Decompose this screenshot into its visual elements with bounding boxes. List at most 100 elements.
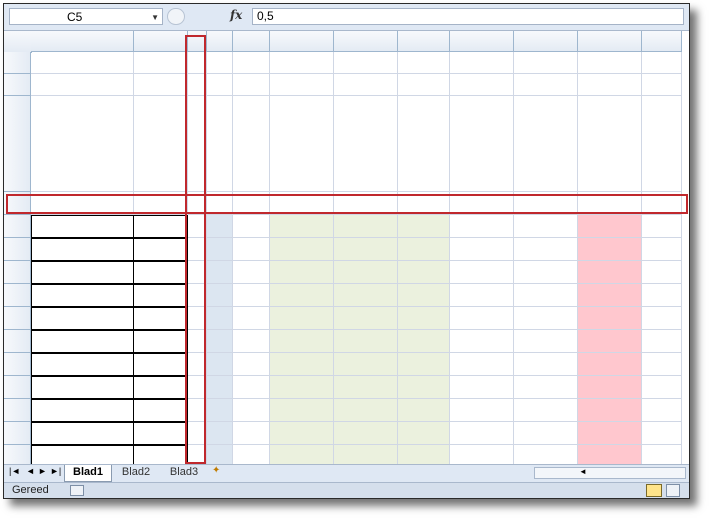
name-cell-border [31,307,188,330]
score-cell-m[interactable] [398,261,447,284]
score-cell-m[interactable] [398,376,447,399]
name-cell-border [31,215,188,238]
highlight-column-h [185,35,206,464]
chevron-down-icon[interactable]: ▼ [151,9,159,26]
next-sheet-icon[interactable]: ► [38,466,47,476]
score-cell-l[interactable] [334,376,395,399]
column-header-q[interactable] [642,31,682,52]
formula-bar-resize-handle[interactable] [167,8,185,25]
highlight-row-4 [6,194,688,214]
name-cell-divider [133,261,134,284]
row-header[interactable] [4,215,31,238]
last-sheet-icon[interactable]: ►| [50,466,61,476]
score-cell-m[interactable] [398,399,447,422]
formula-input[interactable]: 0,5 [252,8,684,25]
column-header-j[interactable] [233,31,270,52]
column-header-l[interactable] [334,31,398,52]
sheet-tab-blad3[interactable]: Blad3 [162,465,206,480]
name-cell-border [31,353,188,376]
name-cell-border [31,376,188,399]
score-cell-m[interactable] [398,422,447,445]
score-cell-l[interactable] [334,261,395,284]
column-header-p[interactable] [578,31,642,52]
name-cell-divider [133,353,134,376]
score-cell-k[interactable] [270,238,331,261]
sheet-tab-blad1[interactable]: Blad1 [64,465,112,482]
score-cell-k[interactable] [270,422,331,445]
column-header-o[interactable] [514,31,578,52]
name-cell-divider [133,284,134,307]
column-header-a[interactable] [31,31,134,52]
score-cell-l[interactable] [334,422,395,445]
fill-col-p [578,215,642,464]
row-header[interactable] [4,307,31,330]
select-all-corner[interactable] [4,31,32,53]
column-header-b[interactable] [134,31,188,52]
row-header[interactable] [4,261,31,284]
name-cell-divider [133,330,134,353]
prev-sheet-icon[interactable]: ◄ [26,466,35,476]
gridline-h [4,73,682,74]
formula-bar: C5 ▼ fx 0,5 [4,4,689,31]
name-box-value: C5 [67,10,83,24]
name-cell-divider [133,238,134,261]
column-header-m[interactable] [398,31,450,52]
score-cell-k[interactable] [270,376,331,399]
name-cell-divider [133,215,134,238]
score-cell-l[interactable] [334,399,395,422]
page-layout-view-icon[interactable] [666,484,680,497]
gridline-h [4,95,682,96]
score-cell-k[interactable] [270,261,331,284]
score-cell-l[interactable] [334,353,395,376]
score-cell-k[interactable] [270,330,331,353]
row-header[interactable] [4,238,31,261]
insert-sheet-icon[interactable]: ✦ [212,465,220,476]
name-box[interactable]: C5 ▼ [9,8,163,25]
row-header[interactable] [4,52,31,74]
score-cell-k[interactable] [270,215,331,238]
score-cell-l[interactable] [334,215,395,238]
score-cell-m[interactable] [398,215,447,238]
column-header-n[interactable] [450,31,514,52]
score-cell-l[interactable] [334,238,395,261]
name-cell-border [31,330,188,353]
row-header[interactable] [4,376,31,399]
name-cell-border [31,422,188,445]
row-header[interactable] [4,399,31,422]
score-cell-k[interactable] [270,399,331,422]
column-header-k[interactable] [270,31,334,52]
score-cell-m[interactable] [398,307,447,330]
name-cell-divider [133,307,134,330]
column-header-i[interactable] [207,31,233,52]
name-cell-divider [133,422,134,445]
score-cell-m[interactable] [398,284,447,307]
score-cell-k[interactable] [270,307,331,330]
normal-view-icon[interactable] [646,484,662,497]
sheet-tab-blad2[interactable]: Blad2 [114,465,158,480]
insert-function-icon[interactable]: fx [230,8,242,22]
row-header[interactable] [4,330,31,353]
score-cell-k[interactable] [270,284,331,307]
row-header[interactable] [4,96,31,192]
score-cell-k[interactable] [270,353,331,376]
row-header[interactable] [4,74,31,96]
excel-window: C5 ▼ fx 0,5 |◄ ◄ ► ►| Blad1 Blad2 Blad3 … [3,3,690,499]
score-cell-l[interactable] [334,284,395,307]
row-header[interactable] [4,422,31,445]
score-cell-m[interactable] [398,330,447,353]
name-cell-border [31,399,188,422]
gridline-h [4,191,682,192]
status-text: Gereed [12,484,49,496]
first-sheet-icon[interactable]: |◄ [9,466,20,476]
score-cell-l[interactable] [334,330,395,353]
score-cell-m[interactable] [398,238,447,261]
spreadsheet-grid[interactable] [4,31,689,468]
scroll-left-icon[interactable]: ◄ [579,467,587,476]
horizontal-scrollbar[interactable]: ◄ [534,467,686,479]
row-header[interactable] [4,284,31,307]
name-cell-border [31,284,188,307]
score-cell-m[interactable] [398,353,447,376]
row-header[interactable] [4,353,31,376]
macro-record-icon[interactable] [70,485,84,496]
score-cell-l[interactable] [334,307,395,330]
